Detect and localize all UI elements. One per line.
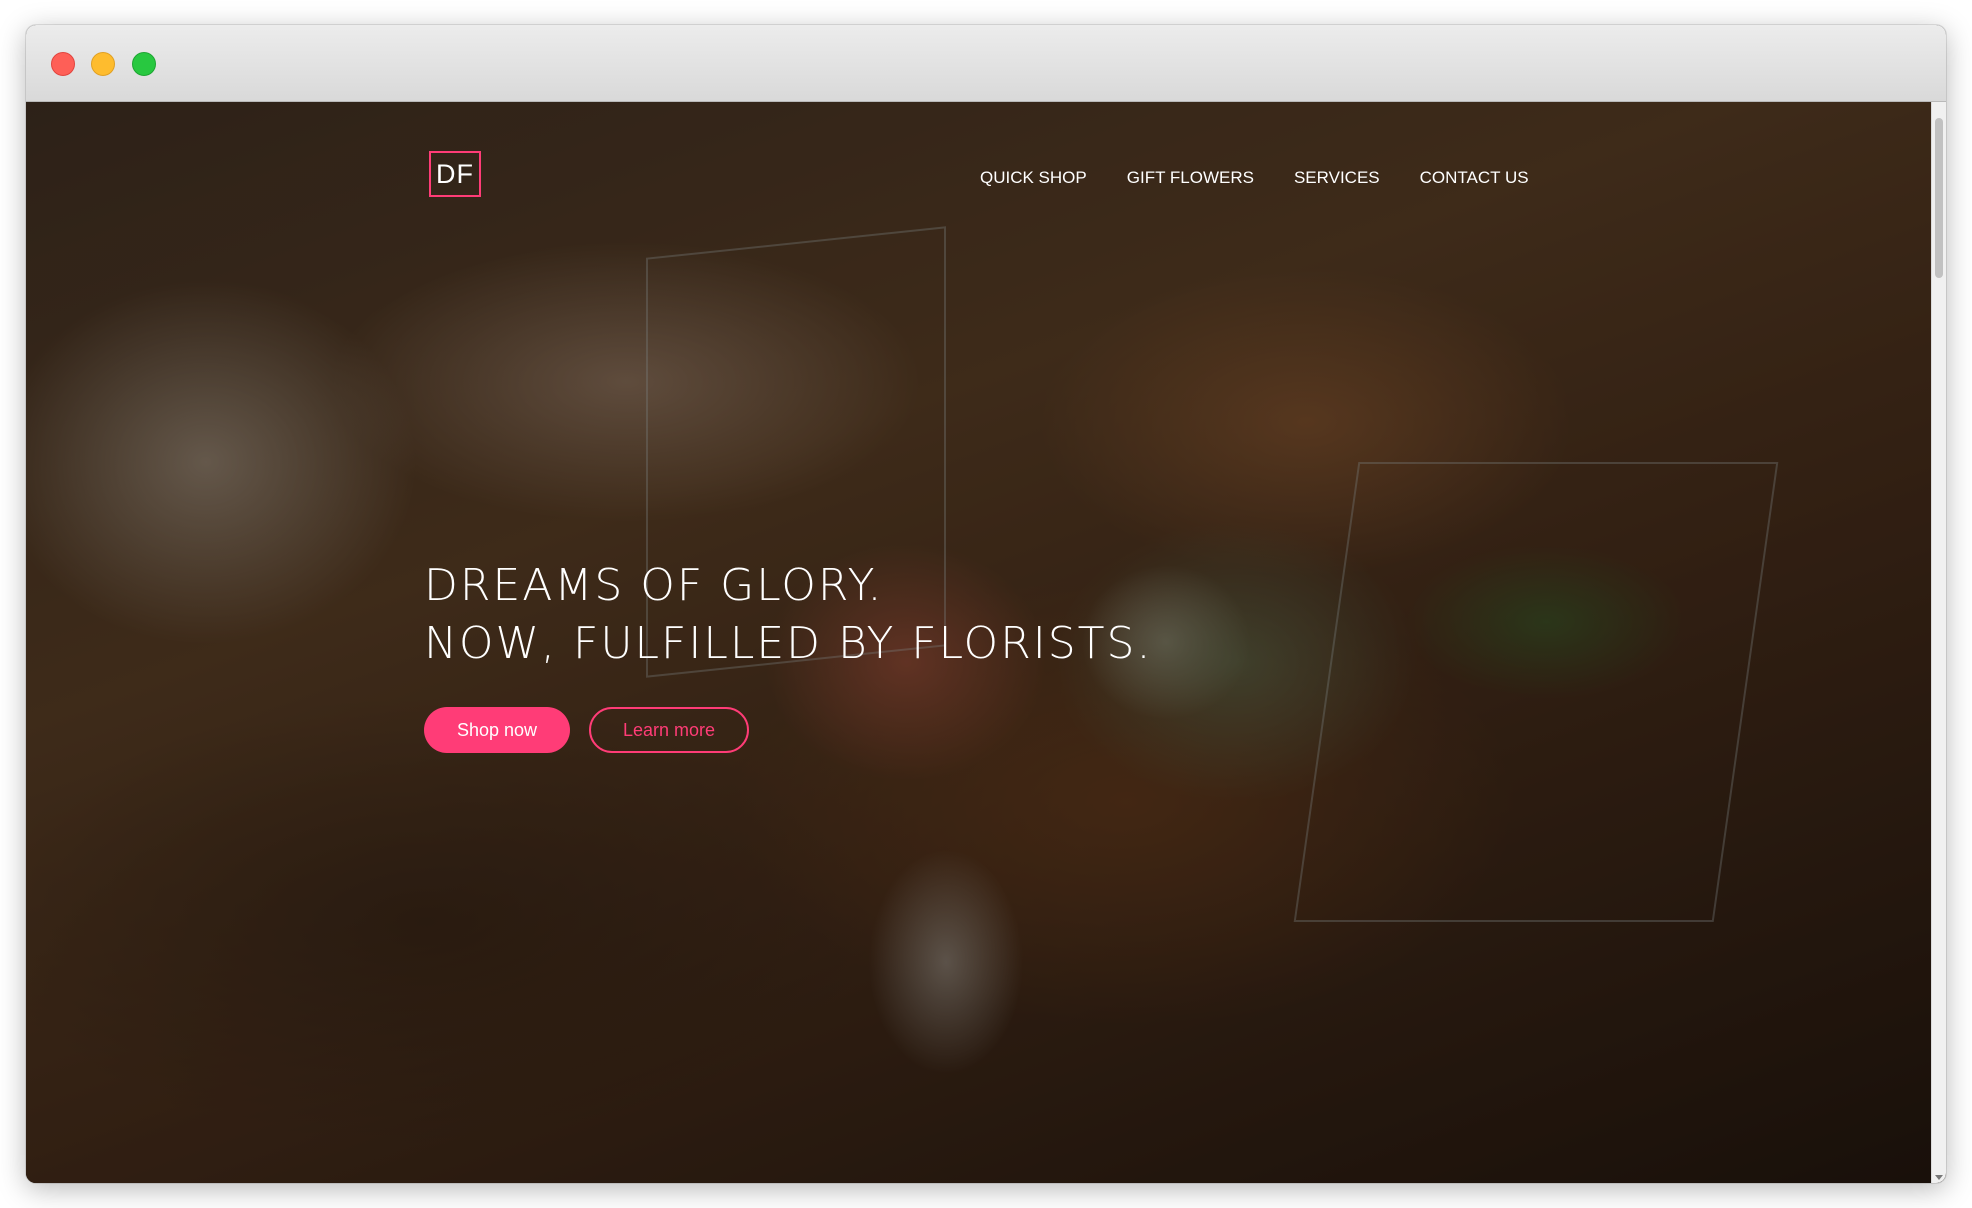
- shop-now-button[interactable]: Shop now: [424, 707, 570, 753]
- hero-headline-line-2: NOW, FULFILLED BY FLORISTS.: [424, 618, 1153, 669]
- nav-gift-flowers[interactable]: GIFT FLOWERS: [1127, 168, 1254, 188]
- page-viewport: DF QUICK SHOP GIFT FLOWERS SERVICES CONT…: [26, 102, 1946, 1183]
- site-logo[interactable]: DF: [429, 151, 481, 197]
- hero-headline: DREAMS OF GLORY. NOW, FULFILLED BY FLORI…: [424, 557, 1152, 673]
- hero-headline-line-1: DREAMS OF GLORY.: [424, 560, 884, 611]
- nav-services[interactable]: SERVICES: [1294, 168, 1380, 188]
- learn-more-button[interactable]: Learn more: [589, 707, 749, 753]
- nav-quick-shop[interactable]: QUICK SHOP: [980, 168, 1087, 188]
- scroll-down-arrow-icon[interactable]: [1935, 1175, 1943, 1180]
- vertical-scrollbar[interactable]: [1931, 102, 1946, 1183]
- browser-window: DF QUICK SHOP GIFT FLOWERS SERVICES CONT…: [26, 25, 1946, 1183]
- nav-contact-us[interactable]: CONTACT US: [1420, 168, 1529, 188]
- scrollbar-thumb[interactable]: [1935, 118, 1943, 278]
- close-window-button[interactable]: [51, 52, 75, 76]
- minimize-window-button[interactable]: [91, 52, 115, 76]
- window-titlebar: [26, 25, 1946, 102]
- main-nav: QUICK SHOP GIFT FLOWERS SERVICES CONTACT…: [980, 168, 1569, 188]
- maximize-window-button[interactable]: [132, 52, 156, 76]
